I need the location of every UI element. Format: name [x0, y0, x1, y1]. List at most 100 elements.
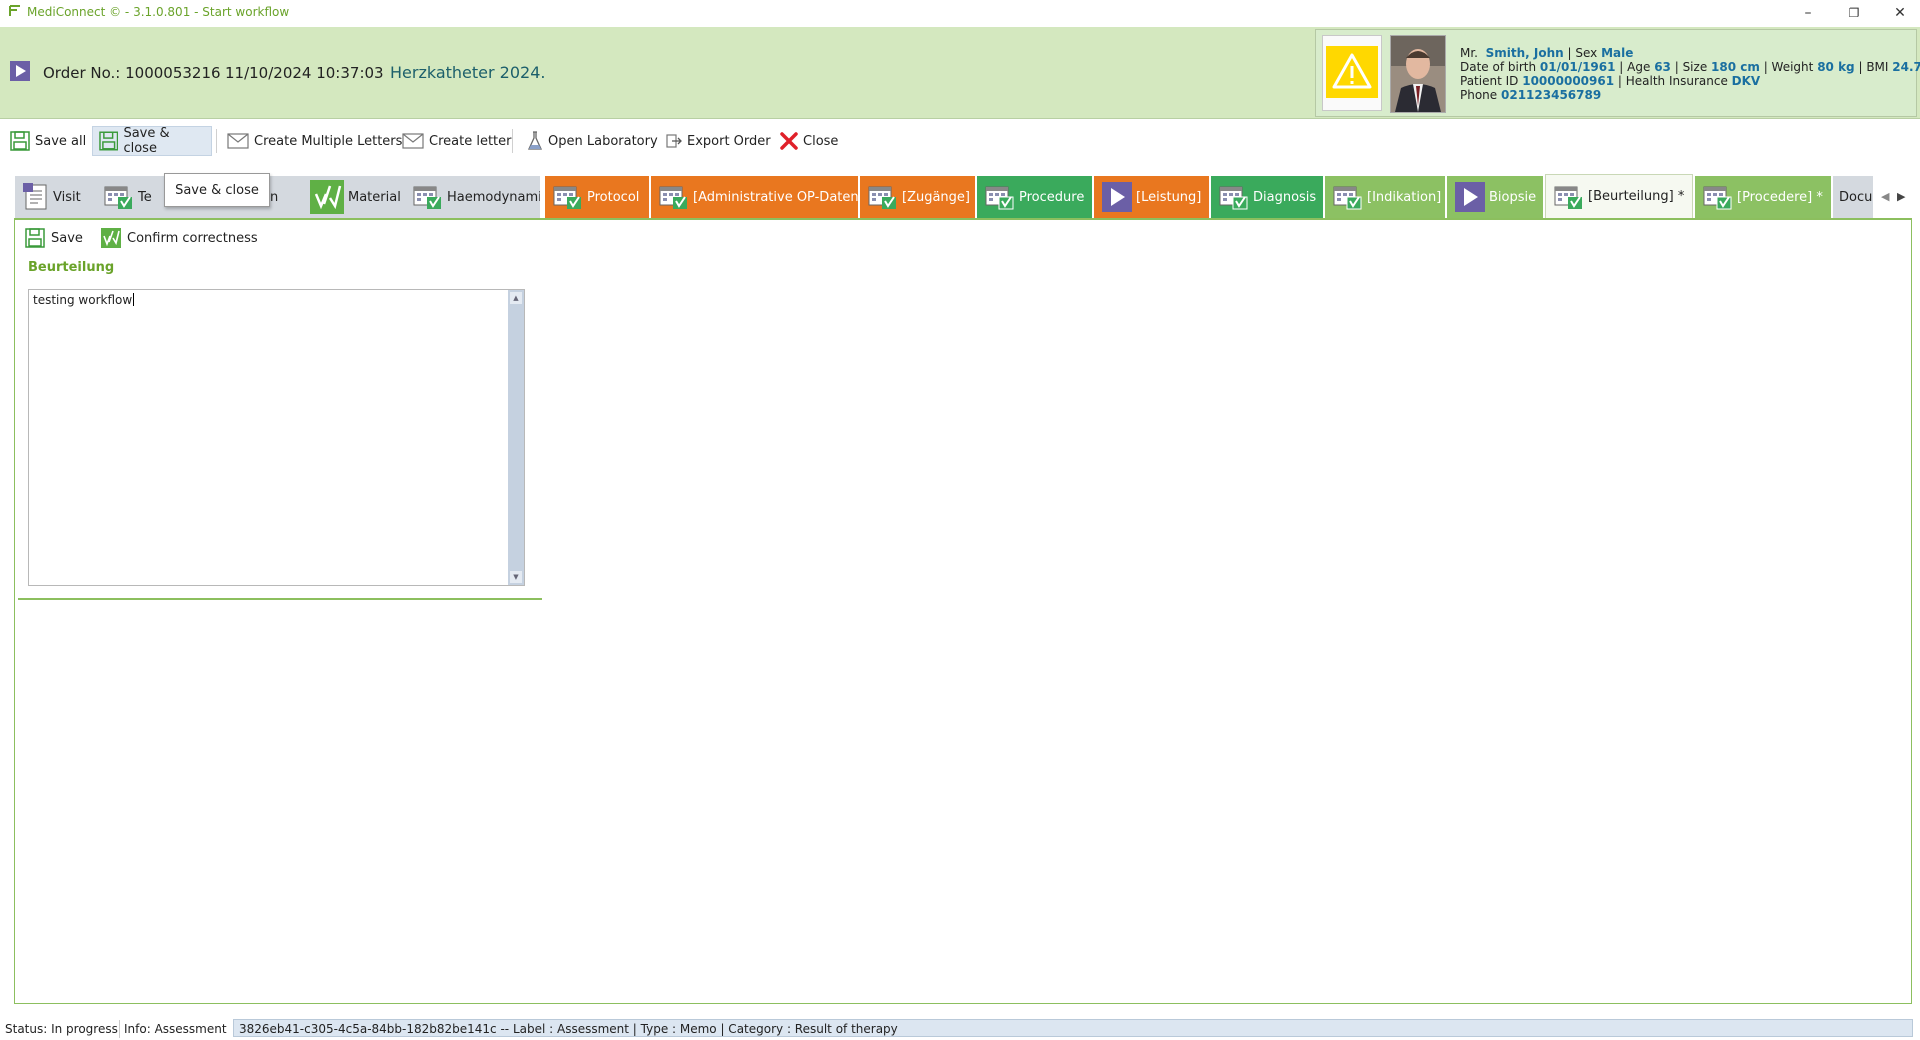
save-close-button[interactable]: Save & close	[92, 126, 212, 156]
tab-label: Diagnosis	[1253, 189, 1317, 205]
save-all-button[interactable]: Save all	[4, 126, 92, 156]
close-label: Close	[803, 133, 839, 149]
checkmark-icon	[101, 228, 121, 248]
calendar-check-icon	[659, 186, 687, 209]
tab-documents[interactable]: Docu	[1833, 176, 1873, 218]
envelope-icon	[227, 133, 249, 149]
tab-procedure[interactable]: Procedure	[977, 176, 1092, 218]
tab-scroll-left-icon[interactable]: ◀	[1881, 190, 1889, 203]
export-order-button[interactable]: Export Order	[660, 126, 777, 156]
status-divider	[119, 1020, 120, 1038]
tab-scroll-right-icon[interactable]: ▶	[1897, 190, 1905, 203]
export-icon	[666, 134, 682, 148]
status-info: Info: Assessment	[124, 1022, 227, 1036]
warning-icon	[1326, 46, 1378, 98]
play-icon[interactable]	[10, 61, 30, 81]
phone-label: Phone	[1460, 88, 1498, 102]
tab-strip: Visit Te n Material Haemodynamics Protoc…	[15, 174, 1905, 218]
tab-label: Protocol	[587, 189, 640, 205]
calendar-check-icon	[1219, 186, 1248, 210]
scroll-up-icon[interactable]: ▲	[510, 292, 522, 304]
save-icon	[10, 131, 30, 151]
status-text: Status: In progress	[5, 1022, 118, 1036]
minimize-button[interactable]: –	[1788, 3, 1828, 23]
calendar-check-icon	[1703, 186, 1732, 210]
tab-procedere[interactable]: [Procedere] *	[1695, 176, 1831, 218]
tab-label: Docu	[1839, 189, 1873, 205]
tab-visit[interactable]: Visit	[15, 176, 96, 218]
section-divider	[18, 598, 542, 600]
calendar-check-icon	[1333, 186, 1362, 210]
tab-te[interactable]: Te	[96, 176, 162, 218]
tab-label: Procedure	[1019, 189, 1085, 205]
patient-details: Mr. Smith, John | Sex Male Date of birth…	[1460, 46, 1920, 102]
tab-material[interactable]: Material	[302, 176, 405, 218]
save-close-tooltip: Save & close	[164, 173, 270, 207]
open-laboratory-label: Open Laboratory	[548, 133, 658, 149]
tab-administrative-op-daten[interactable]: [Administrative OP-Daten]	[651, 176, 858, 218]
save-label: Save	[51, 230, 83, 246]
window-close-button[interactable]: ✕	[1880, 3, 1920, 23]
weight-label: Weight	[1771, 60, 1814, 74]
play-icon	[1455, 182, 1485, 212]
order-date: 11/10/2024 10:37:03	[225, 64, 384, 82]
confirm-correctness-button[interactable]: Confirm correctness	[101, 226, 258, 250]
size-label: Size	[1682, 60, 1708, 74]
patient-id-label: Patient ID	[1460, 74, 1519, 88]
toolbar-separator	[512, 129, 513, 153]
calendar-check-icon	[1554, 186, 1582, 209]
tab-label: [Administrative OP-Daten]	[693, 189, 858, 205]
tab-haemodynamics[interactable]: Haemodynamics	[405, 176, 540, 218]
open-laboratory-button[interactable]: Open Laboratory	[521, 126, 664, 156]
patient-bmi: 24.7	[1892, 60, 1920, 74]
toolbar-separator	[216, 129, 217, 153]
app-logo-icon	[9, 5, 20, 16]
close-order-button[interactable]: Close	[774, 126, 844, 156]
close-icon	[780, 132, 798, 150]
window-title: MediConnect © - 3.1.0.801 - Start workfl…	[27, 5, 290, 19]
warning-panel[interactable]	[1322, 35, 1382, 111]
tab-content-panel: Save Confirm correctness Beurteilung tes…	[14, 218, 1912, 1004]
save-icon	[25, 228, 45, 248]
patient-sex: Male	[1601, 46, 1634, 60]
patient-salutation: Mr.	[1460, 46, 1478, 60]
tab-indikation[interactable]: [Indikation]	[1325, 176, 1445, 218]
memo-textarea[interactable]: testing workflow ▲ ▼	[28, 289, 525, 586]
memo-scrollbar[interactable]: ▲ ▼	[508, 290, 524, 585]
tab-zugaenge[interactable]: [Zugänge]	[860, 176, 975, 218]
restore-button[interactable]: ❐	[1834, 3, 1874, 23]
patient-dob: 01/01/1961	[1539, 60, 1616, 74]
save-close-label: Save & close	[123, 126, 170, 156]
scroll-down-icon[interactable]: ▼	[510, 571, 522, 583]
create-multiple-letters-button[interactable]: Create Multiple Letters	[221, 126, 408, 156]
confirm-label: Confirm correctness	[127, 230, 258, 246]
create-letter-button[interactable]: Create letter	[396, 126, 517, 156]
status-bar: Status: In progress Info: Assessment 382…	[0, 1018, 1920, 1040]
patient-phone: 021123456789	[1501, 88, 1602, 102]
status-details: 3826eb41-c305-4c5a-84bb-182b82be141c -- …	[233, 1019, 1913, 1037]
patient-id: 10000000961	[1522, 74, 1615, 88]
play-icon	[1102, 182, 1132, 212]
tab-label: [Beurteilung] *	[1588, 189, 1685, 204]
tab-protocol[interactable]: Protocol	[545, 176, 649, 218]
save-all-label: Save all	[35, 133, 87, 149]
tab-label: Material	[348, 189, 401, 205]
patient-size: 180 cm	[1711, 60, 1760, 74]
checkmark-icon	[310, 180, 344, 214]
tab-label: Biopsie	[1489, 189, 1537, 205]
section-title: Beurteilung	[28, 260, 115, 275]
tab-leistung[interactable]: [Leistung]	[1094, 176, 1209, 218]
tab-diagnosis[interactable]: Diagnosis	[1211, 176, 1323, 218]
age-label: Age	[1627, 60, 1651, 74]
patient-insurance: DKV	[1731, 74, 1761, 88]
tab-biopsie[interactable]: Biopsie	[1447, 176, 1543, 218]
order-title: Herzkatheter 2024.	[390, 63, 546, 82]
calendar-check-icon	[868, 186, 896, 209]
tab-beurteilung[interactable]: [Beurteilung] *	[1545, 174, 1693, 218]
bmi-label: BMI	[1866, 60, 1889, 74]
create-letter-label: Create letter	[429, 133, 512, 149]
save-button[interactable]: Save	[25, 226, 83, 250]
main-toolbar: Save all Save & close Create Multiple Le…	[0, 119, 1920, 163]
patient-weight: 80 kg	[1817, 60, 1855, 74]
calendar-check-icon	[553, 186, 581, 209]
